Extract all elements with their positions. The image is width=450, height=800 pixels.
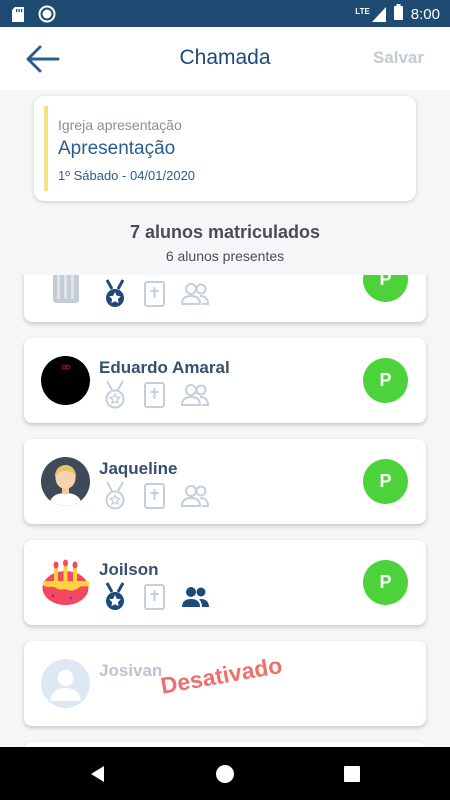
class-name: Apresentação [58,138,176,159]
class-date: 1º Sábado - 04/01/2020 [58,168,196,183]
bible-icon[interactable] [139,279,171,309]
sd-card-icon [12,6,24,27]
group-icon[interactable] [179,279,211,309]
birthday-cake-avatar [41,558,90,607]
square-recents-icon [344,766,360,782]
present-button[interactable]: P [363,560,408,605]
student-avatar [41,356,90,405]
present-button[interactable]: P [363,459,408,504]
student-name: Jaqueline [99,459,178,478]
class-info-card: Igreja apresentação Apresentação 1º Sába… [34,96,416,201]
medal-icon[interactable] [99,279,131,309]
battery-icon [393,4,403,24]
student-card[interactable]: Jaqueline P [24,439,426,524]
triangle-back-icon [91,766,104,782]
student-card[interactable]: Joilson P [24,540,426,625]
enrolled-count: 7 alunos matriculados [129,222,321,242]
lte-signal-icon: LTE [355,6,386,22]
circle-home-icon [216,765,234,783]
badge-row [99,582,211,612]
student-name: Eduardo Amaral [99,358,230,377]
group-icon[interactable] [179,380,211,410]
sync-circle-icon [38,5,56,28]
badge-row [99,279,211,309]
medal-icon[interactable] [99,481,131,511]
bible-icon[interactable] [139,481,171,511]
app-bar: Chamada Salvar [0,27,450,90]
group-icon[interactable] [179,582,211,612]
badge-row [99,481,211,511]
student-avatar [41,457,90,506]
bible-icon[interactable] [139,380,171,410]
church-name: Igreja apresentação [58,117,182,133]
badge-row [99,380,211,410]
medal-icon[interactable] [99,582,131,612]
trash-avatar [41,275,90,304]
nav-back-button[interactable] [88,764,108,784]
nav-recents-button[interactable] [342,764,362,784]
default-avatar [41,659,90,708]
save-button[interactable]: Salvar [373,48,424,68]
present-count: 6 alunos presentes [165,248,285,264]
medal-icon[interactable] [99,380,131,410]
student-name: Joilson [99,560,159,579]
nav-home-button[interactable] [215,764,235,784]
navigation-bar [0,747,450,800]
disabled-label: Desativado [158,651,285,699]
network-type-label: LTE [355,6,370,16]
status-bar: LTE 8:00 [0,0,450,27]
student-card[interactable]: Eduardo Amaral P [24,338,426,423]
group-icon[interactable] [179,481,211,511]
student-list[interactable]: P Eduardo Amaral P Jaqueline P Joilson P… [0,275,450,747]
status-time: 8:00 [410,5,440,23]
student-card-disabled[interactable]: Josivan Desativado [24,641,426,726]
student-card[interactable]: P [24,275,426,322]
card-accent-bar [44,106,48,191]
present-button[interactable]: P [363,275,408,302]
student-name: Josivan [99,661,163,680]
present-button[interactable]: P [363,358,408,403]
bible-icon[interactable] [139,582,171,612]
